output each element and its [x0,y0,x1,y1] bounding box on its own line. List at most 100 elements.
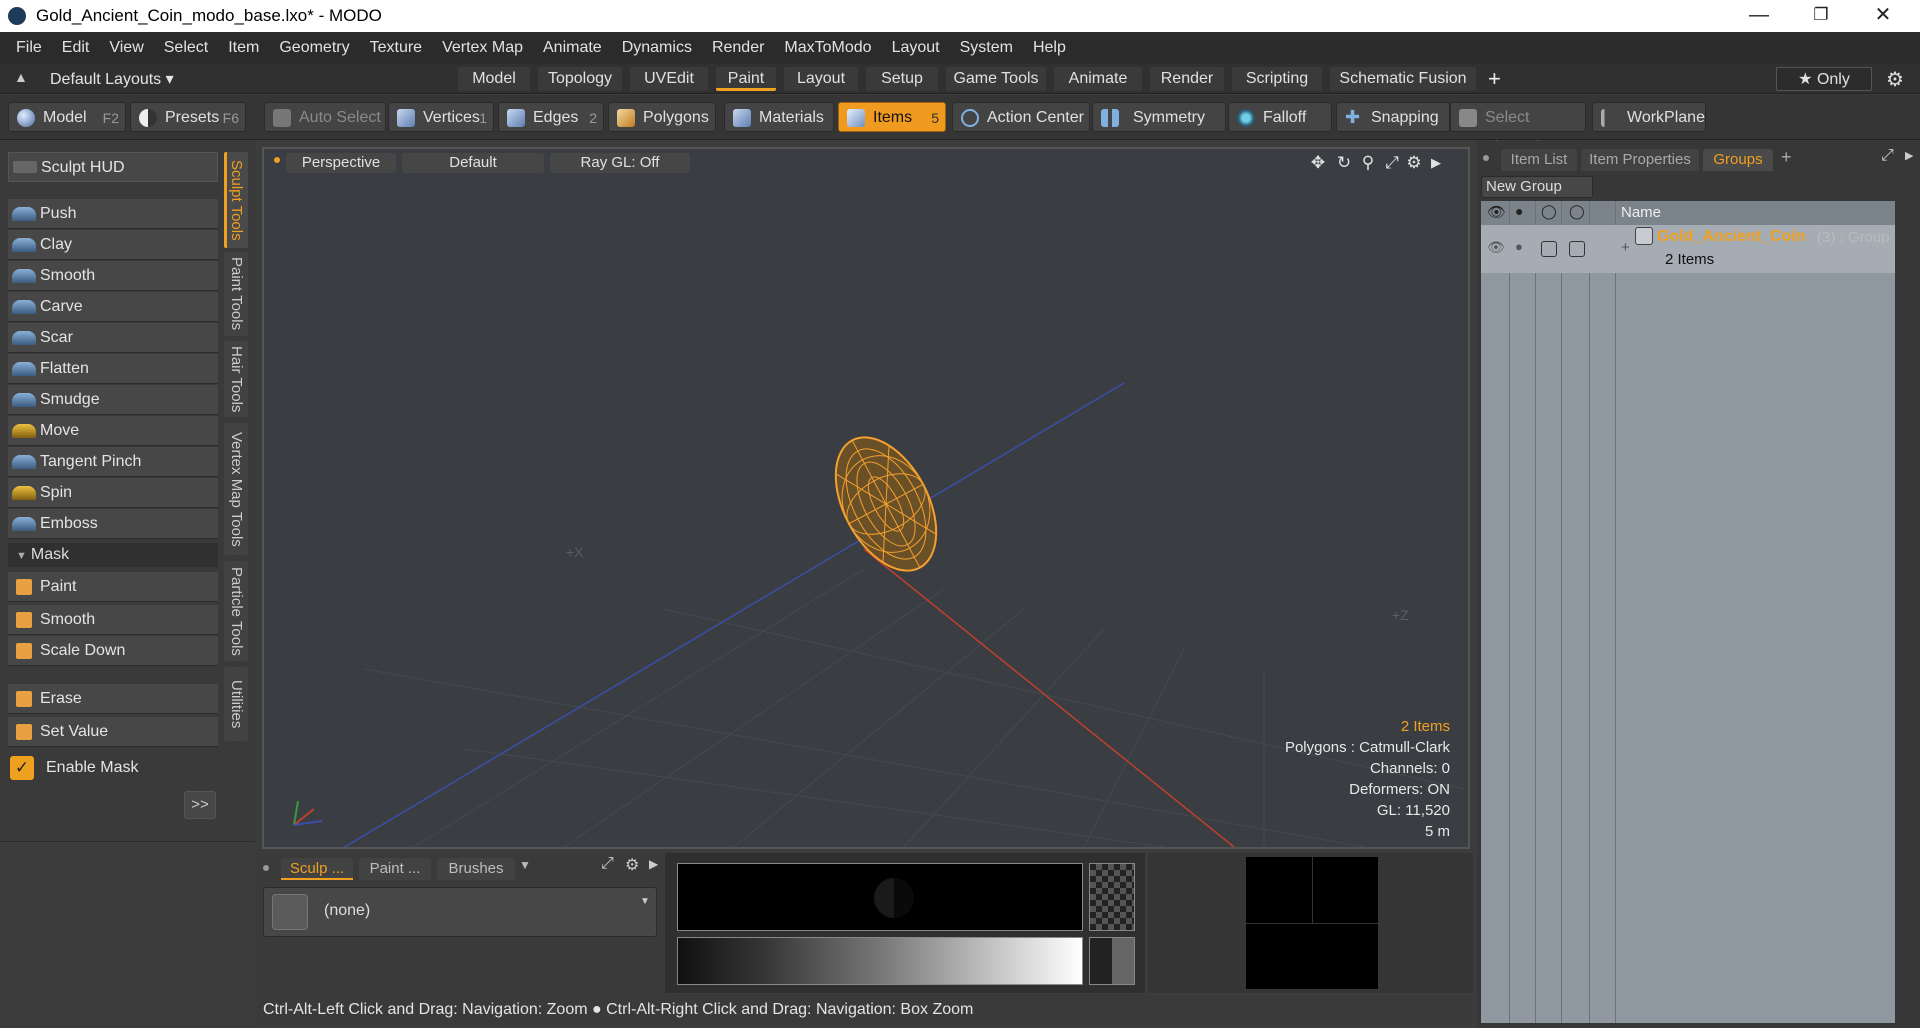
auto-select-button[interactable]: Auto Select [264,102,386,132]
sculpt-hud-button[interactable]: Sculpt HUD [8,152,218,182]
tool-carve[interactable]: Carve [8,292,218,322]
tab-sculpt-tools[interactable]: Sculpt Tools [224,152,248,248]
zoom-icon[interactable]: ⚲ [1358,153,1378,173]
tabs-dropdown-icon[interactable]: ▼ [519,858,531,872]
gear-icon[interactable]: ⚙ [1886,67,1904,92]
materials-button[interactable]: Materials [724,102,834,132]
3d-viewport[interactable]: Perspective Default Ray GL: Off ✥ ↻ ⚲ ⤢ … [262,147,1470,849]
right-panel-more-icon[interactable]: ▶ [1905,149,1913,162]
tab-item-properties[interactable]: Item Properties [1581,149,1699,171]
vertices-button[interactable]: Vertices 1 [388,102,494,132]
select-header-icon[interactable]: ◯ [1569,203,1585,220]
tab-groups[interactable]: Groups [1703,149,1773,171]
polygons-button[interactable]: Polygons [608,102,716,132]
viewport-more-icon[interactable]: ▶ [1426,153,1446,173]
render-header-icon[interactable]: ◯ [1541,203,1557,220]
new-group-button[interactable]: New Group [1481,176,1593,198]
menu-item[interactable]: Item [218,39,269,57]
menu-animate[interactable]: Animate [533,39,612,57]
symmetry-button[interactable]: Symmetry [1092,102,1226,132]
tool-spin[interactable]: Spin [8,478,218,508]
row-select-checkbox[interactable] [1569,241,1585,257]
menu-render[interactable]: Render [702,39,774,57]
visibility-header-icon[interactable]: 👁 [1487,203,1506,221]
tool-clay[interactable]: Clay [8,230,218,260]
tab-brushes[interactable]: Brushes [437,858,515,880]
tab-paint-presets[interactable]: Paint ... [359,858,431,880]
mask-tool-paint[interactable]: Paint [8,572,218,602]
gradient-ramp[interactable] [677,937,1083,985]
menu-geometry[interactable]: Geometry [269,39,359,57]
tab-utilities[interactable]: Utilities [224,667,248,741]
tool-push[interactable]: Push [8,199,218,229]
tab-topology[interactable]: Topology [538,67,622,91]
mask-header[interactable]: ▼ Mask [8,543,218,567]
tab-paint-tools[interactable]: Paint Tools [224,252,248,336]
row-lock-icon[interactable]: ● [1515,239,1523,254]
fit-icon[interactable]: ⤢ [1382,153,1402,173]
tab-render[interactable]: Render [1150,67,1224,91]
row-render-checkbox[interactable] [1541,241,1557,257]
only-toggle[interactable]: ★ Only [1776,67,1872,91]
lock-header-icon[interactable]: ● [1515,203,1523,219]
mask-tool-scale-down[interactable]: Scale Down [8,636,218,666]
tab-particle-tools[interactable]: Particle Tools [224,561,248,661]
row-visibility-icon[interactable]: 👁 [1487,239,1505,256]
view-mode-dropdown[interactable]: Perspective [286,153,396,173]
select-through-button[interactable]: Select Through [1450,102,1586,156]
tab-setup[interactable]: Setup [866,67,938,91]
tool-emboss[interactable]: Emboss [8,509,218,539]
mask-tool-smooth[interactable]: Smooth [8,605,218,635]
tab-game-tools[interactable]: Game Tools [946,67,1046,91]
tool-flatten[interactable]: Flatten [8,354,218,384]
layout-collapse-icon[interactable]: ▲ [14,69,28,85]
action-center-button[interactable]: Action Center [952,102,1090,132]
tab-item-list[interactable]: Item List [1501,149,1577,171]
falloff-button[interactable]: Falloff [1228,102,1332,132]
panel-expand-icon[interactable]: ⤢ [601,855,614,873]
menu-maxtomodo[interactable]: MaxToModo [774,39,881,57]
tab-schematic-fusion[interactable]: Schematic Fusion [1330,67,1476,91]
coin-wireframe[interactable] [815,421,957,588]
set-value-button[interactable]: Set Value [8,717,218,747]
enable-mask-toggle[interactable]: ✓ Enable Mask [8,753,218,783]
viewport-gear-icon[interactable]: ⚙ [1404,153,1424,173]
minimize-button[interactable]: — [1728,0,1790,32]
menu-file[interactable]: File [6,39,52,57]
default-layouts-dropdown[interactable]: Default Layouts ▾ [50,69,174,89]
brush-preset-select[interactable]: (none) ▼ [263,887,657,937]
group-row[interactable]: 👁 ● + Gold_Ancient_Coin (3) : Group 2 It… [1481,225,1895,273]
edges-button[interactable]: Edges 2 [498,102,604,132]
tab-layout[interactable]: Layout [784,67,858,91]
erase-button[interactable]: Erase [8,684,218,714]
tab-vertex-map-tools[interactable]: Vertex Map Tools [224,423,248,555]
tool-smudge[interactable]: Smudge [8,385,218,415]
items-button[interactable]: Items 5 [838,102,946,132]
raygl-toggle[interactable]: Ray GL: Off [550,153,690,173]
viewport-menu-dot[interactable] [274,157,280,163]
menu-texture[interactable]: Texture [360,39,432,57]
menu-vertex-map[interactable]: Vertex Map [432,39,533,57]
menu-layout[interactable]: Layout [882,39,950,57]
tab-sculpt-presets[interactable]: Sculp ... [281,858,353,880]
shading-dropdown[interactable]: Default [402,153,544,173]
add-tab-icon[interactable]: + [1488,66,1501,92]
right-panel-menu-dot[interactable] [1483,155,1489,161]
tab-hair-tools[interactable]: Hair Tools [224,341,248,417]
right-panel-expand-icon[interactable]: ⤢ [1881,147,1894,165]
panel-more-icon[interactable]: ▶ [649,857,658,871]
tool-tangent-pinch[interactable]: Tangent Pinch [8,447,218,477]
gradient-checker-swatch[interactable] [1089,937,1135,985]
tool-smooth[interactable]: Smooth [8,261,218,291]
menu-view[interactable]: View [99,39,153,57]
tab-animate[interactable]: Animate [1054,67,1142,91]
panel-menu-dot[interactable] [263,865,269,871]
tab-model[interactable]: Model [458,67,530,91]
tab-uvedit[interactable]: UVEdit [630,67,708,91]
add-panel-tab-icon[interactable]: + [1781,147,1792,168]
tab-scripting[interactable]: Scripting [1232,67,1322,91]
expand-plus-icon[interactable]: + [1621,239,1630,256]
pan-icon[interactable]: ✥ [1308,153,1328,173]
tab-paint[interactable]: Paint [716,67,776,91]
menu-help[interactable]: Help [1023,39,1076,57]
